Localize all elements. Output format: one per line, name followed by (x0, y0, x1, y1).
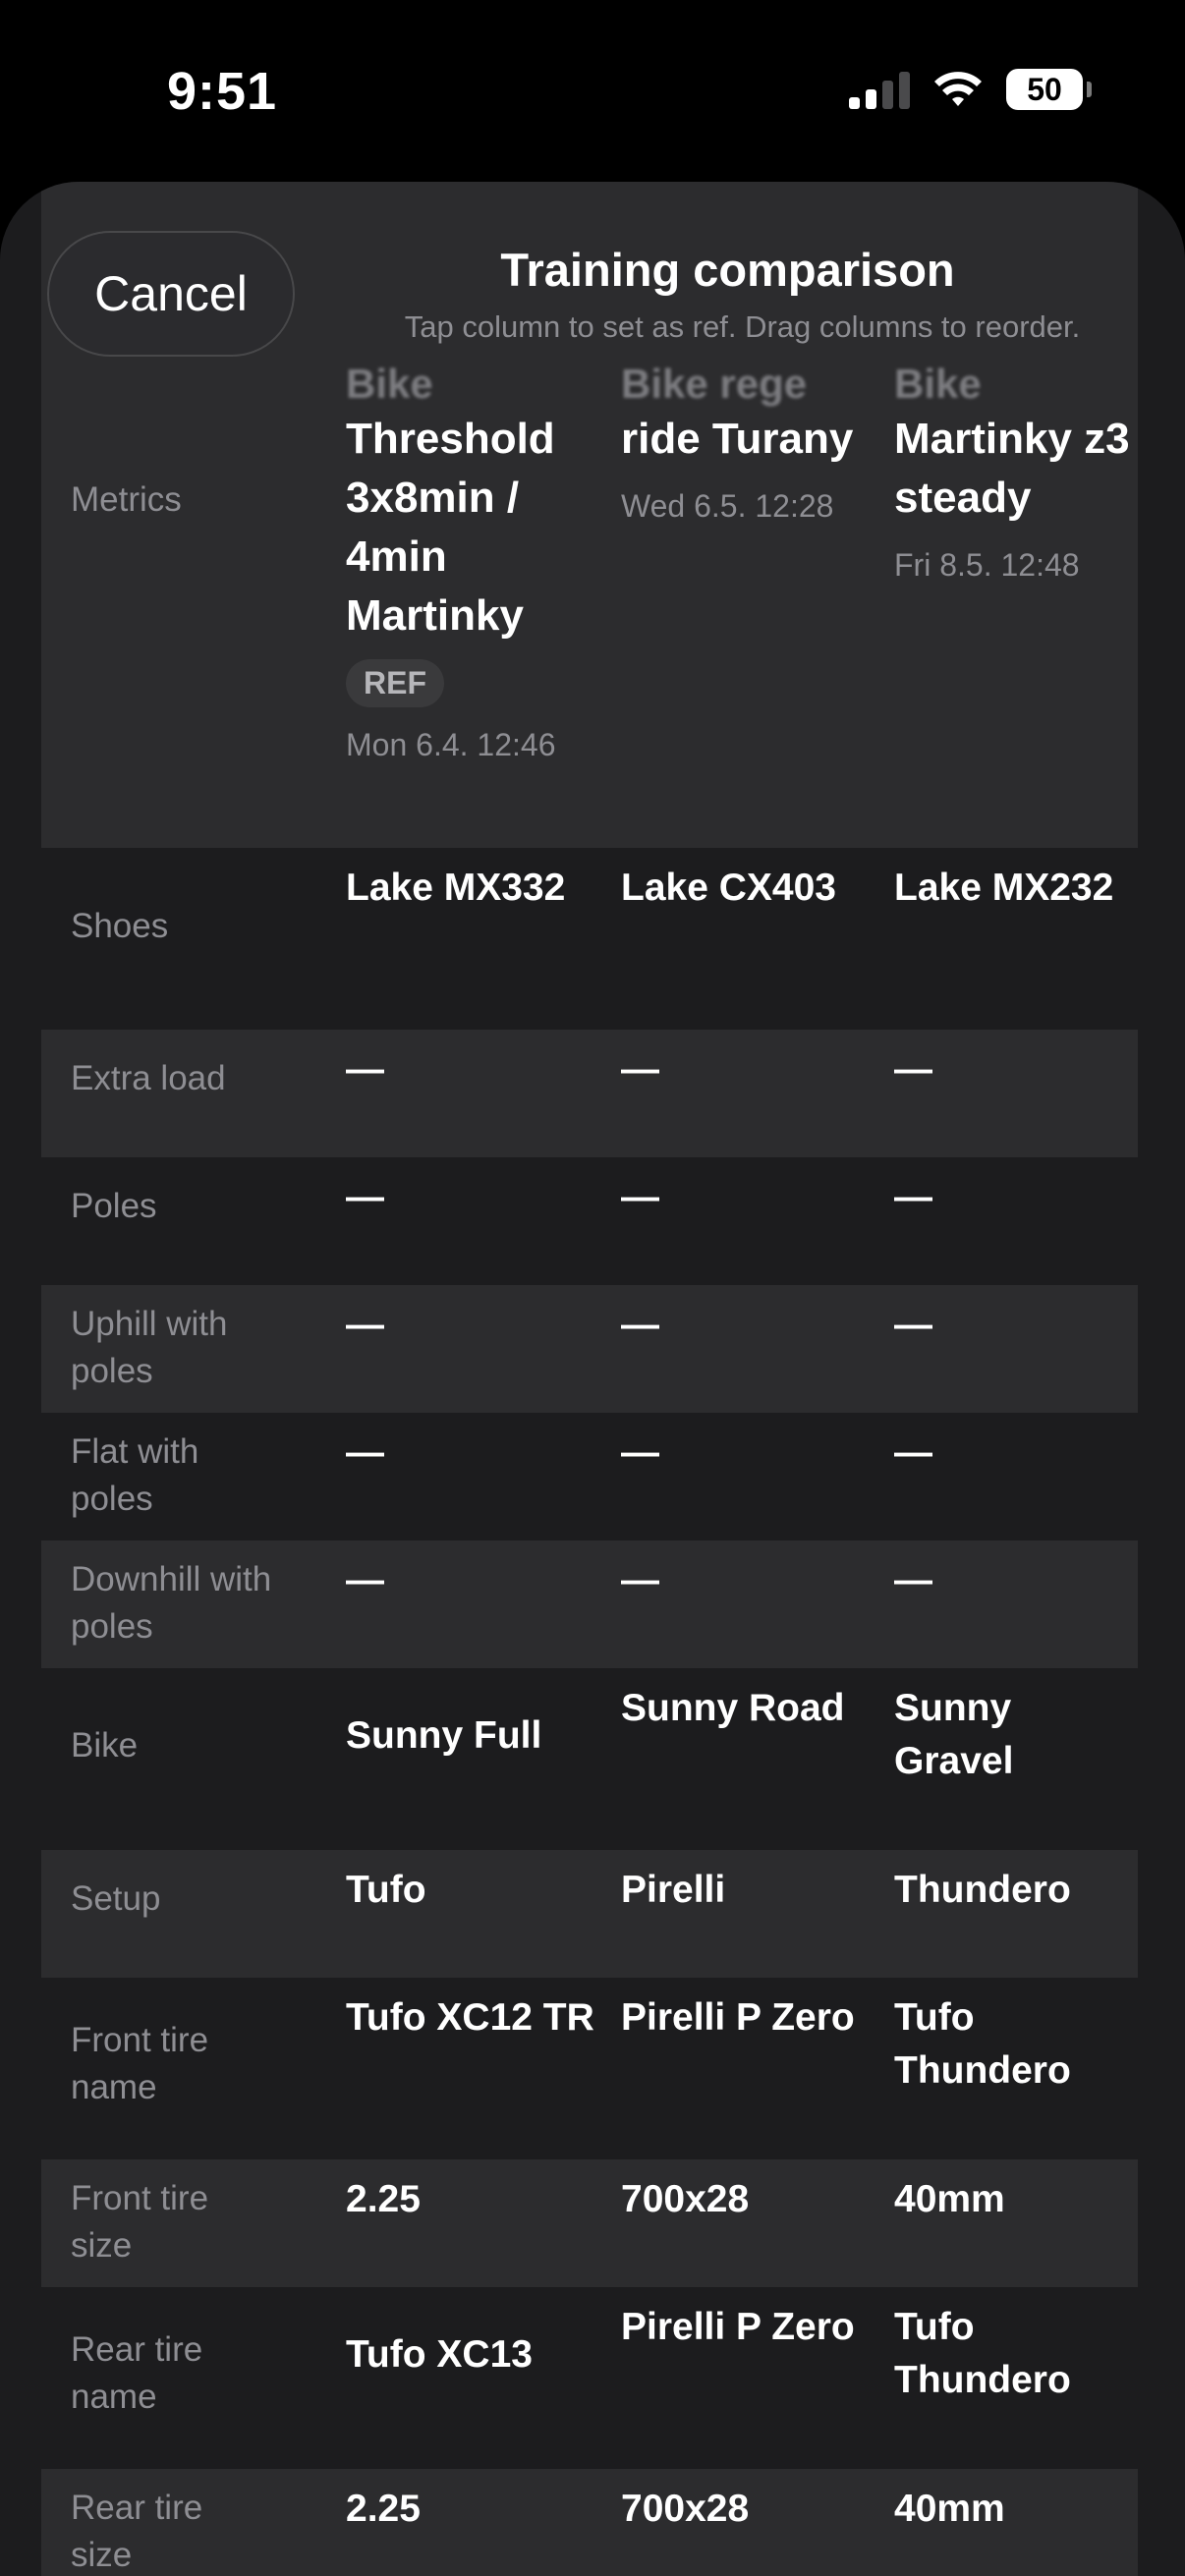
row-value: Pirelli P Zero (621, 2306, 855, 2348)
row-value: — (621, 1048, 659, 1091)
row-label: Poles (71, 1187, 157, 1225)
column-type: Bike (894, 361, 982, 407)
row-value: — (894, 1431, 932, 1474)
comparison-sheet: Cancel Training comparison Tap column to… (0, 182, 1185, 2576)
row-value: — (621, 1431, 659, 1474)
row-value: 700x28 (621, 2488, 750, 2530)
row-value: — (621, 1304, 659, 1346)
wifi-icon (934, 72, 982, 106)
row-value: Sunny Full (346, 1714, 542, 1757)
metric-row-extra-load: Extra load — — — (41, 1030, 1138, 1157)
sheet-title: Training comparison (500, 244, 955, 296)
row-label: Uphill with poles (71, 1305, 228, 1390)
column-header-3[interactable]: Bike Martinky z3 steady Fri 8.5. 12:48 (894, 359, 1138, 585)
row-value: 2.25 (346, 2488, 421, 2530)
row-label: Rear tire name (71, 2330, 203, 2416)
row-value: — (894, 1304, 932, 1346)
sheet-subtitle: Tap column to set as ref. Drag columns t… (404, 309, 1081, 344)
metric-row-front-tire-name: Front tire name Tufo XC12 TR Pirelli P Z… (41, 1978, 1138, 2159)
row-label: Flat with poles (71, 1432, 199, 1518)
row-value: — (346, 1304, 384, 1346)
row-label: Extra load (71, 1059, 226, 1097)
row-value: — (894, 1559, 932, 1601)
metric-row-front-tire-size: Front tire size 2.25 700x28 40mm (41, 2159, 1138, 2287)
column-header-2[interactable]: Bike rege ride Turany Wed 6.5. 12:28 (621, 359, 886, 526)
row-label: Front tire size (71, 2179, 209, 2265)
row-label: Front tire name (71, 2021, 209, 2106)
row-value: Tufo Thundero (894, 2306, 1071, 2401)
row-value: Pirelli P Zero (621, 1996, 855, 2039)
row-value: Lake CX403 (621, 867, 836, 909)
column-name: ride Turany (621, 415, 854, 463)
row-value: — (346, 1048, 384, 1091)
row-label: Bike (71, 1726, 139, 1764)
row-label: Rear tire size (71, 2489, 203, 2574)
row-value: — (894, 1048, 932, 1091)
metric-row-poles: Poles — — — (41, 1157, 1138, 1285)
row-value: 40mm (894, 2488, 1005, 2530)
row-value: 40mm (894, 2178, 1005, 2220)
row-value: — (346, 1431, 384, 1474)
row-label: Setup (71, 1879, 161, 1918)
metrics-label: Metrics (71, 480, 182, 519)
column-type: Bike (346, 361, 433, 407)
row-value: Tufo XC13 (346, 2333, 533, 2376)
column-name: Threshold 3x8min / 4min Martinky (346, 415, 555, 640)
metric-row-flat-with-poles: Flat with poles — — — (41, 1413, 1138, 1540)
battery-level: 50 (1027, 71, 1062, 107)
row-value: — (346, 1559, 384, 1601)
status-bar: 9:51 50 (0, 0, 1185, 187)
row-value: — (346, 1176, 384, 1218)
ref-badge: REF (346, 659, 444, 707)
status-time: 9:51 (167, 62, 278, 121)
column-type: Bike rege (621, 361, 808, 407)
row-value: Tufo (346, 1869, 426, 1911)
column-date: Fri 8.5. 12:48 (894, 547, 1080, 583)
cancel-button[interactable]: Cancel (47, 231, 295, 357)
metric-row-uphill-with-poles: Uphill with poles — — — (41, 1285, 1138, 1413)
row-value: Pirelli (621, 1869, 726, 1911)
row-value: Tufo XC12 TR (346, 1996, 594, 2039)
column-name: Martinky z3 steady (894, 415, 1130, 522)
row-value: — (621, 1176, 659, 1218)
row-value: — (621, 1559, 659, 1601)
row-value: Thundero (894, 1869, 1071, 1911)
metric-row-bike: Bike Sunny Full Sunny Road Sunny Gravel (41, 1668, 1138, 1850)
row-value: — (894, 1176, 932, 1218)
metric-row-setup: Setup Tufo Pirelli Thundero (41, 1850, 1138, 1978)
row-value: 2.25 (346, 2178, 421, 2220)
row-value: Sunny Road (621, 1687, 845, 1729)
status-icons: 50 (849, 69, 1092, 110)
column-date: Wed 6.5. 12:28 (621, 488, 834, 524)
row-value: 700x28 (621, 2178, 750, 2220)
metric-row-downhill-with-poles: Downhill with poles — — — (41, 1540, 1138, 1668)
row-value: Lake MX332 (346, 867, 566, 909)
row-value: Sunny Gravel (894, 1687, 1014, 1782)
row-value: Tufo Thundero (894, 1996, 1071, 2092)
comparison-table: Metrics Bike Threshold 3x8min / 4min Mar… (41, 182, 1138, 2576)
metric-row-rear-tire-size: Rear tire size 2.25 700x28 40mm (41, 2469, 1138, 2576)
cellular-signal-icon (849, 70, 910, 109)
row-label: Shoes (71, 907, 169, 945)
metric-row-shoes: Shoes Lake MX332 Lake CX403 Lake MX232 (41, 848, 1138, 1030)
column-date: Mon 6.4. 12:46 (346, 727, 556, 762)
row-label: Downhill with poles (71, 1560, 272, 1646)
column-header-1[interactable]: Bike Threshold 3x8min / 4min Martinky RE… (346, 359, 611, 764)
battery-icon: 50 (1006, 69, 1092, 110)
metric-row-rear-tire-name: Rear tire name Tufo XC13 Pirelli P Zero … (41, 2287, 1138, 2469)
row-value: Lake MX232 (894, 867, 1114, 909)
